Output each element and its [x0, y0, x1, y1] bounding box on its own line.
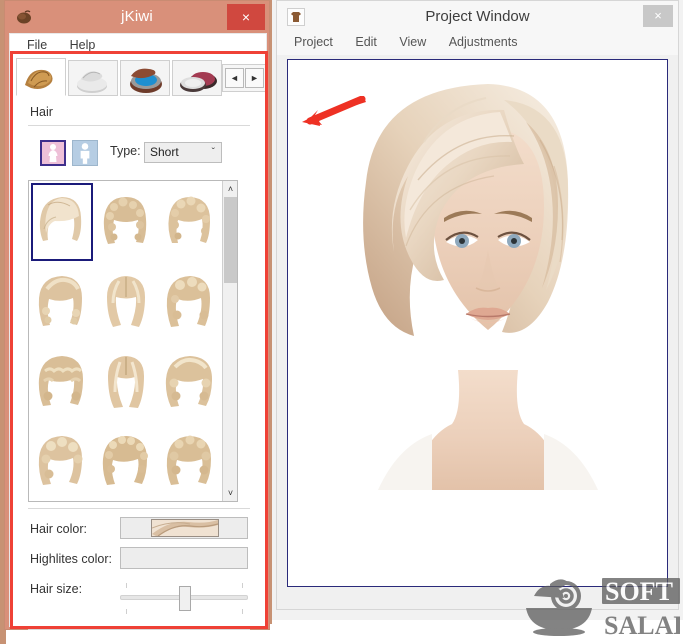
category-tab-strip: ◄ ►: [16, 58, 262, 96]
menu-item-help[interactable]: Help: [61, 36, 105, 54]
style-8-straight-part-icon: [99, 351, 153, 413]
hair-size-label: Hair size:: [30, 582, 82, 596]
scroll-down-button[interactable]: ˅: [223, 485, 238, 501]
lipstick-compact-icon: [173, 61, 222, 96]
chevron-down-icon: ˇ: [212, 143, 215, 162]
menu-item-project[interactable]: Project: [285, 33, 342, 51]
slider-tick-right-top: [242, 583, 243, 588]
hair-color-row: Hair color:: [16, 515, 262, 545]
tab-eyeshadow[interactable]: [120, 60, 170, 96]
jkiwi-client-area: File Help: [9, 33, 267, 627]
style-9-voluminous-bob-icon: [163, 351, 217, 413]
hairstyle-thumb-10[interactable]: [31, 423, 93, 501]
tab-lipstick[interactable]: [172, 60, 222, 96]
blue-eyeshadow-icon: [121, 61, 170, 96]
hairstyle-thumb-2[interactable]: [95, 183, 157, 261]
slider-tick-left-top: [126, 583, 127, 588]
hair-type-value: Short: [150, 145, 179, 159]
hair-color-preview: [151, 519, 219, 537]
type-label: Type:: [110, 144, 141, 158]
hairstyle-thumb-1[interactable]: [31, 183, 93, 261]
hair-swatch-icon: [17, 59, 66, 96]
hair-size-slider-thumb[interactable]: [179, 586, 191, 611]
hairstyle-thumb-4[interactable]: [31, 263, 93, 341]
controls-divider-bottom: [28, 629, 250, 630]
red-arrow-annotation: [296, 96, 366, 130]
project-close-button[interactable]: ×: [643, 5, 673, 27]
scrollbar-thumb[interactable]: [224, 197, 237, 283]
hair-size-row: Hair size:: [16, 575, 262, 621]
style-2-curly-bob-icon: [99, 191, 153, 253]
tab-scroll-arrows: ◄ ►: [222, 64, 266, 92]
jkiwi-window: jKiwi × File Help: [4, 0, 270, 630]
hairstyle-thumb-11[interactable]: [95, 423, 157, 501]
tab-foundation[interactable]: [68, 60, 118, 96]
hair-color-swatch[interactable]: [120, 517, 248, 539]
hair-color-label: Hair color:: [30, 522, 87, 536]
highlites-color-label: Highlites color:: [30, 552, 112, 566]
scroll-up-button[interactable]: ˄: [223, 181, 238, 197]
panel-divider-top: [28, 125, 250, 126]
powder-compact-icon: [69, 61, 118, 96]
project-window-title: Project Window: [277, 1, 678, 33]
slider-tick-right-bottom: [242, 609, 243, 614]
hair-panel: Hair Type: Short: [16, 96, 262, 626]
portrait-canvas[interactable]: [287, 59, 668, 587]
jkiwi-title-bar[interactable]: jKiwi ×: [5, 1, 269, 33]
male-figure-glyph: [73, 141, 97, 165]
tab-hair[interactable]: [16, 58, 66, 96]
tab-prev-button[interactable]: ◄: [225, 68, 244, 88]
female-model-portrait: [358, 70, 618, 490]
panel-heading: Hair: [16, 96, 262, 125]
style-7-crimped-bob-icon: [35, 351, 89, 413]
style-11-spiky-curls-icon: [99, 431, 153, 493]
project-menu-bar: Project Edit View Adjustments: [277, 33, 678, 55]
softsalad-watermark: SOFT SALAD: [522, 572, 680, 642]
highlites-color-swatch[interactable]: [120, 547, 248, 569]
jkiwi-close-button[interactable]: ×: [227, 4, 265, 30]
hairstyle-thumb-9[interactable]: [159, 343, 221, 421]
hairstyle-thumb-3[interactable]: [159, 183, 221, 261]
style-12-tight-curls-icon: [163, 431, 217, 493]
hairstyle-grid-scrollbar[interactable]: ˄ ˅: [222, 181, 237, 501]
female-figure-glyph: [42, 142, 64, 164]
hairstyle-thumb-6[interactable]: [159, 263, 221, 341]
style-6-layered-bob-icon: [163, 271, 217, 333]
hairstyle-thumb-5[interactable]: [95, 263, 157, 341]
hairstyle-thumb-12[interactable]: [159, 423, 221, 501]
slider-tick-left-bottom: [126, 609, 127, 614]
jkiwi-menu-bar: File Help: [10, 34, 266, 56]
highlites-color-row: Highlites color:: [16, 545, 262, 575]
project-window: Project Window × Project Edit View Adjus…: [276, 0, 679, 610]
hair-texture-preview-icon: [152, 520, 218, 536]
project-title-bar[interactable]: Project Window ×: [277, 1, 678, 33]
watermark-line-2: SALAD: [604, 611, 680, 640]
hairstyle-grid[interactable]: ˄ ˅: [28, 180, 238, 502]
style-5-center-part-icon: [99, 271, 153, 333]
tab-next-button[interactable]: ►: [245, 68, 264, 88]
menu-item-adjustments[interactable]: Adjustments: [440, 33, 527, 51]
hair-type-select[interactable]: Short ˇ: [144, 142, 222, 163]
style-1-side-swept-bob-icon: [35, 191, 89, 253]
hairstyle-thumb-8[interactable]: [95, 343, 157, 421]
menu-item-file[interactable]: File: [18, 36, 56, 54]
style-3-textured-bob-icon: [163, 191, 217, 253]
menu-item-view[interactable]: View: [390, 33, 435, 51]
female-gender-icon[interactable]: [40, 140, 66, 166]
style-10-loose-curls-icon: [35, 431, 89, 493]
menu-item-edit[interactable]: Edit: [346, 33, 386, 51]
hair-controls: Hair color: Highlites col: [16, 508, 262, 630]
male-gender-icon[interactable]: [72, 140, 98, 166]
controls-divider-top: [28, 508, 250, 509]
watermark-line-1: SOFT: [605, 577, 673, 606]
style-4-wavy-bob-icon: [35, 271, 89, 333]
hairstyle-thumb-7[interactable]: [31, 343, 93, 421]
